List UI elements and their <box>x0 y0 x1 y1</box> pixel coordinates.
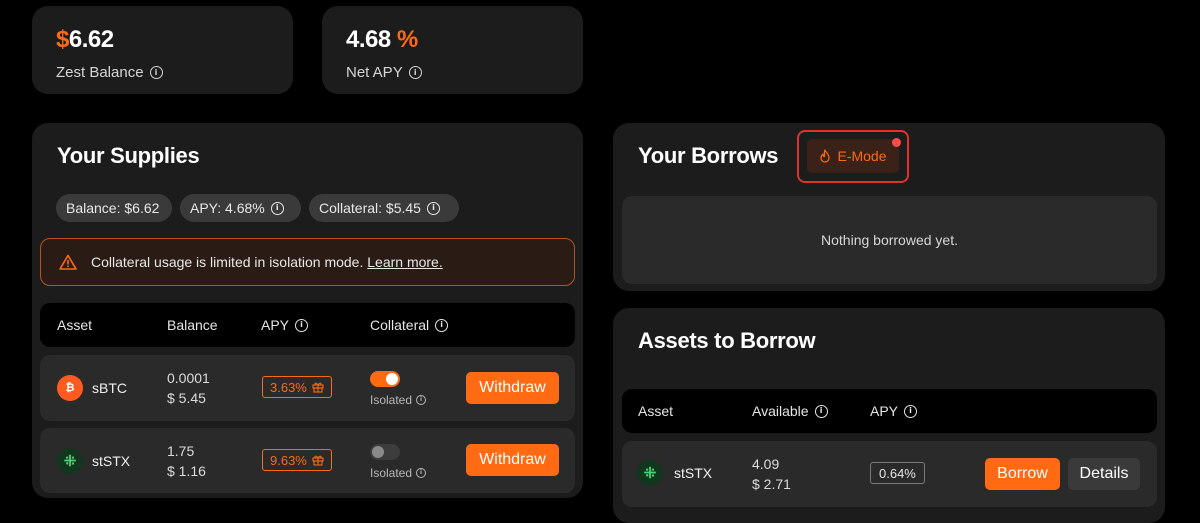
supplies-title: Your Supplies <box>57 143 200 168</box>
asset-amount: 0.0001 <box>167 370 210 386</box>
table-row: ⁜ stSTX 1.75 $ 1.16 9.63% Isolated i With… <box>40 428 575 493</box>
warning-icon <box>59 254 77 270</box>
asset-usd: $ 5.45 <box>167 390 206 406</box>
info-icon[interactable]: i <box>295 318 309 332</box>
col-available: Available i <box>752 389 828 433</box>
isolated-label: Isolated i <box>370 466 427 480</box>
info-icon[interactable]: i <box>416 395 427 405</box>
details-button[interactable]: Details <box>1068 458 1140 490</box>
asset-symbol: stSTX <box>674 465 713 481</box>
apy-badge: 9.63% <box>262 449 332 471</box>
supplies-table-header: Asset Balance APY i Collateral i <box>40 303 575 347</box>
emode-button[interactable]: E-Mode <box>807 139 899 173</box>
available-usd: $ 2.71 <box>752 476 791 492</box>
zest-balance-label: Zest Balance i <box>56 64 163 81</box>
collateral-toggle[interactable] <box>370 444 400 460</box>
borrow-button[interactable]: Borrow <box>985 458 1060 490</box>
available-amount: 4.09 <box>752 456 780 472</box>
isolated-label: Isolated i <box>370 393 427 407</box>
isolation-warning: Collateral usage is limited in isolation… <box>40 238 575 286</box>
apy-badge: 3.63% <box>262 376 332 398</box>
supplies-apy-pill: APY: 4.68% i <box>180 194 301 222</box>
asset-symbol: stSTX <box>92 453 131 469</box>
info-icon[interactable]: i <box>416 468 427 478</box>
learn-more-link[interactable]: Learn more. <box>367 254 442 270</box>
empty-borrows: Nothing borrowed yet. <box>622 196 1157 284</box>
net-apy-value: 4.68 % <box>346 26 418 53</box>
collateral-toggle[interactable] <box>370 371 400 387</box>
bitcoin-icon: ₿ <box>57 375 83 401</box>
info-icon[interactable]: i <box>270 201 284 215</box>
borrow-apy-badge: 0.64% <box>870 462 925 484</box>
asset-symbol: sBTC <box>92 380 127 396</box>
gift-icon <box>312 455 324 466</box>
col-apy: APY i <box>870 389 918 433</box>
zest-balance-value: $6.62 <box>56 26 114 53</box>
notification-dot <box>892 138 901 147</box>
col-asset: Asset <box>57 317 93 333</box>
borrows-title: Your Borrows <box>638 143 779 168</box>
col-apy: APY i <box>261 303 309 347</box>
supplies-collateral-pill: Collateral: $5.45 i <box>309 194 459 222</box>
withdraw-button[interactable]: Withdraw <box>466 372 559 404</box>
net-apy-card: 4.68 % Net APY i <box>322 6 583 94</box>
assets-to-borrow-title: Assets to Borrow <box>638 328 816 353</box>
info-icon[interactable]: i <box>149 66 163 79</box>
asset-usd: $ 1.16 <box>167 463 206 479</box>
info-icon[interactable]: i <box>904 404 918 418</box>
info-icon[interactable]: i <box>814 404 828 418</box>
table-row: ₿ sBTC 0.0001 $ 5.45 3.63% Isolated i Wit… <box>40 355 575 421</box>
gift-icon <box>312 382 324 393</box>
net-apy-label: Net APY i <box>346 64 422 81</box>
col-collateral: Collateral i <box>370 303 449 347</box>
borrow-table-header: Asset Available i APY i <box>622 389 1157 433</box>
flame-icon <box>820 149 831 163</box>
asset-amount: 1.75 <box>167 443 195 459</box>
stacks-icon: ⁜ <box>57 448 83 474</box>
info-icon[interactable]: i <box>408 66 422 79</box>
warning-text: Collateral usage is limited in isolation… <box>91 254 364 270</box>
col-asset: Asset <box>638 403 674 419</box>
stacks-icon: ⁜ <box>637 460 663 486</box>
info-icon[interactable]: i <box>435 318 449 332</box>
withdraw-button[interactable]: Withdraw <box>466 444 559 476</box>
table-row: ⁜ stSTX 4.09 $ 2.71 0.64% Borrow Details <box>622 441 1157 507</box>
supplies-balance-pill: Balance: $6.62 <box>56 194 172 222</box>
col-balance: Balance <box>167 317 218 333</box>
zest-balance-card: $6.62 Zest Balance i <box>32 6 293 94</box>
info-icon[interactable]: i <box>426 201 440 215</box>
